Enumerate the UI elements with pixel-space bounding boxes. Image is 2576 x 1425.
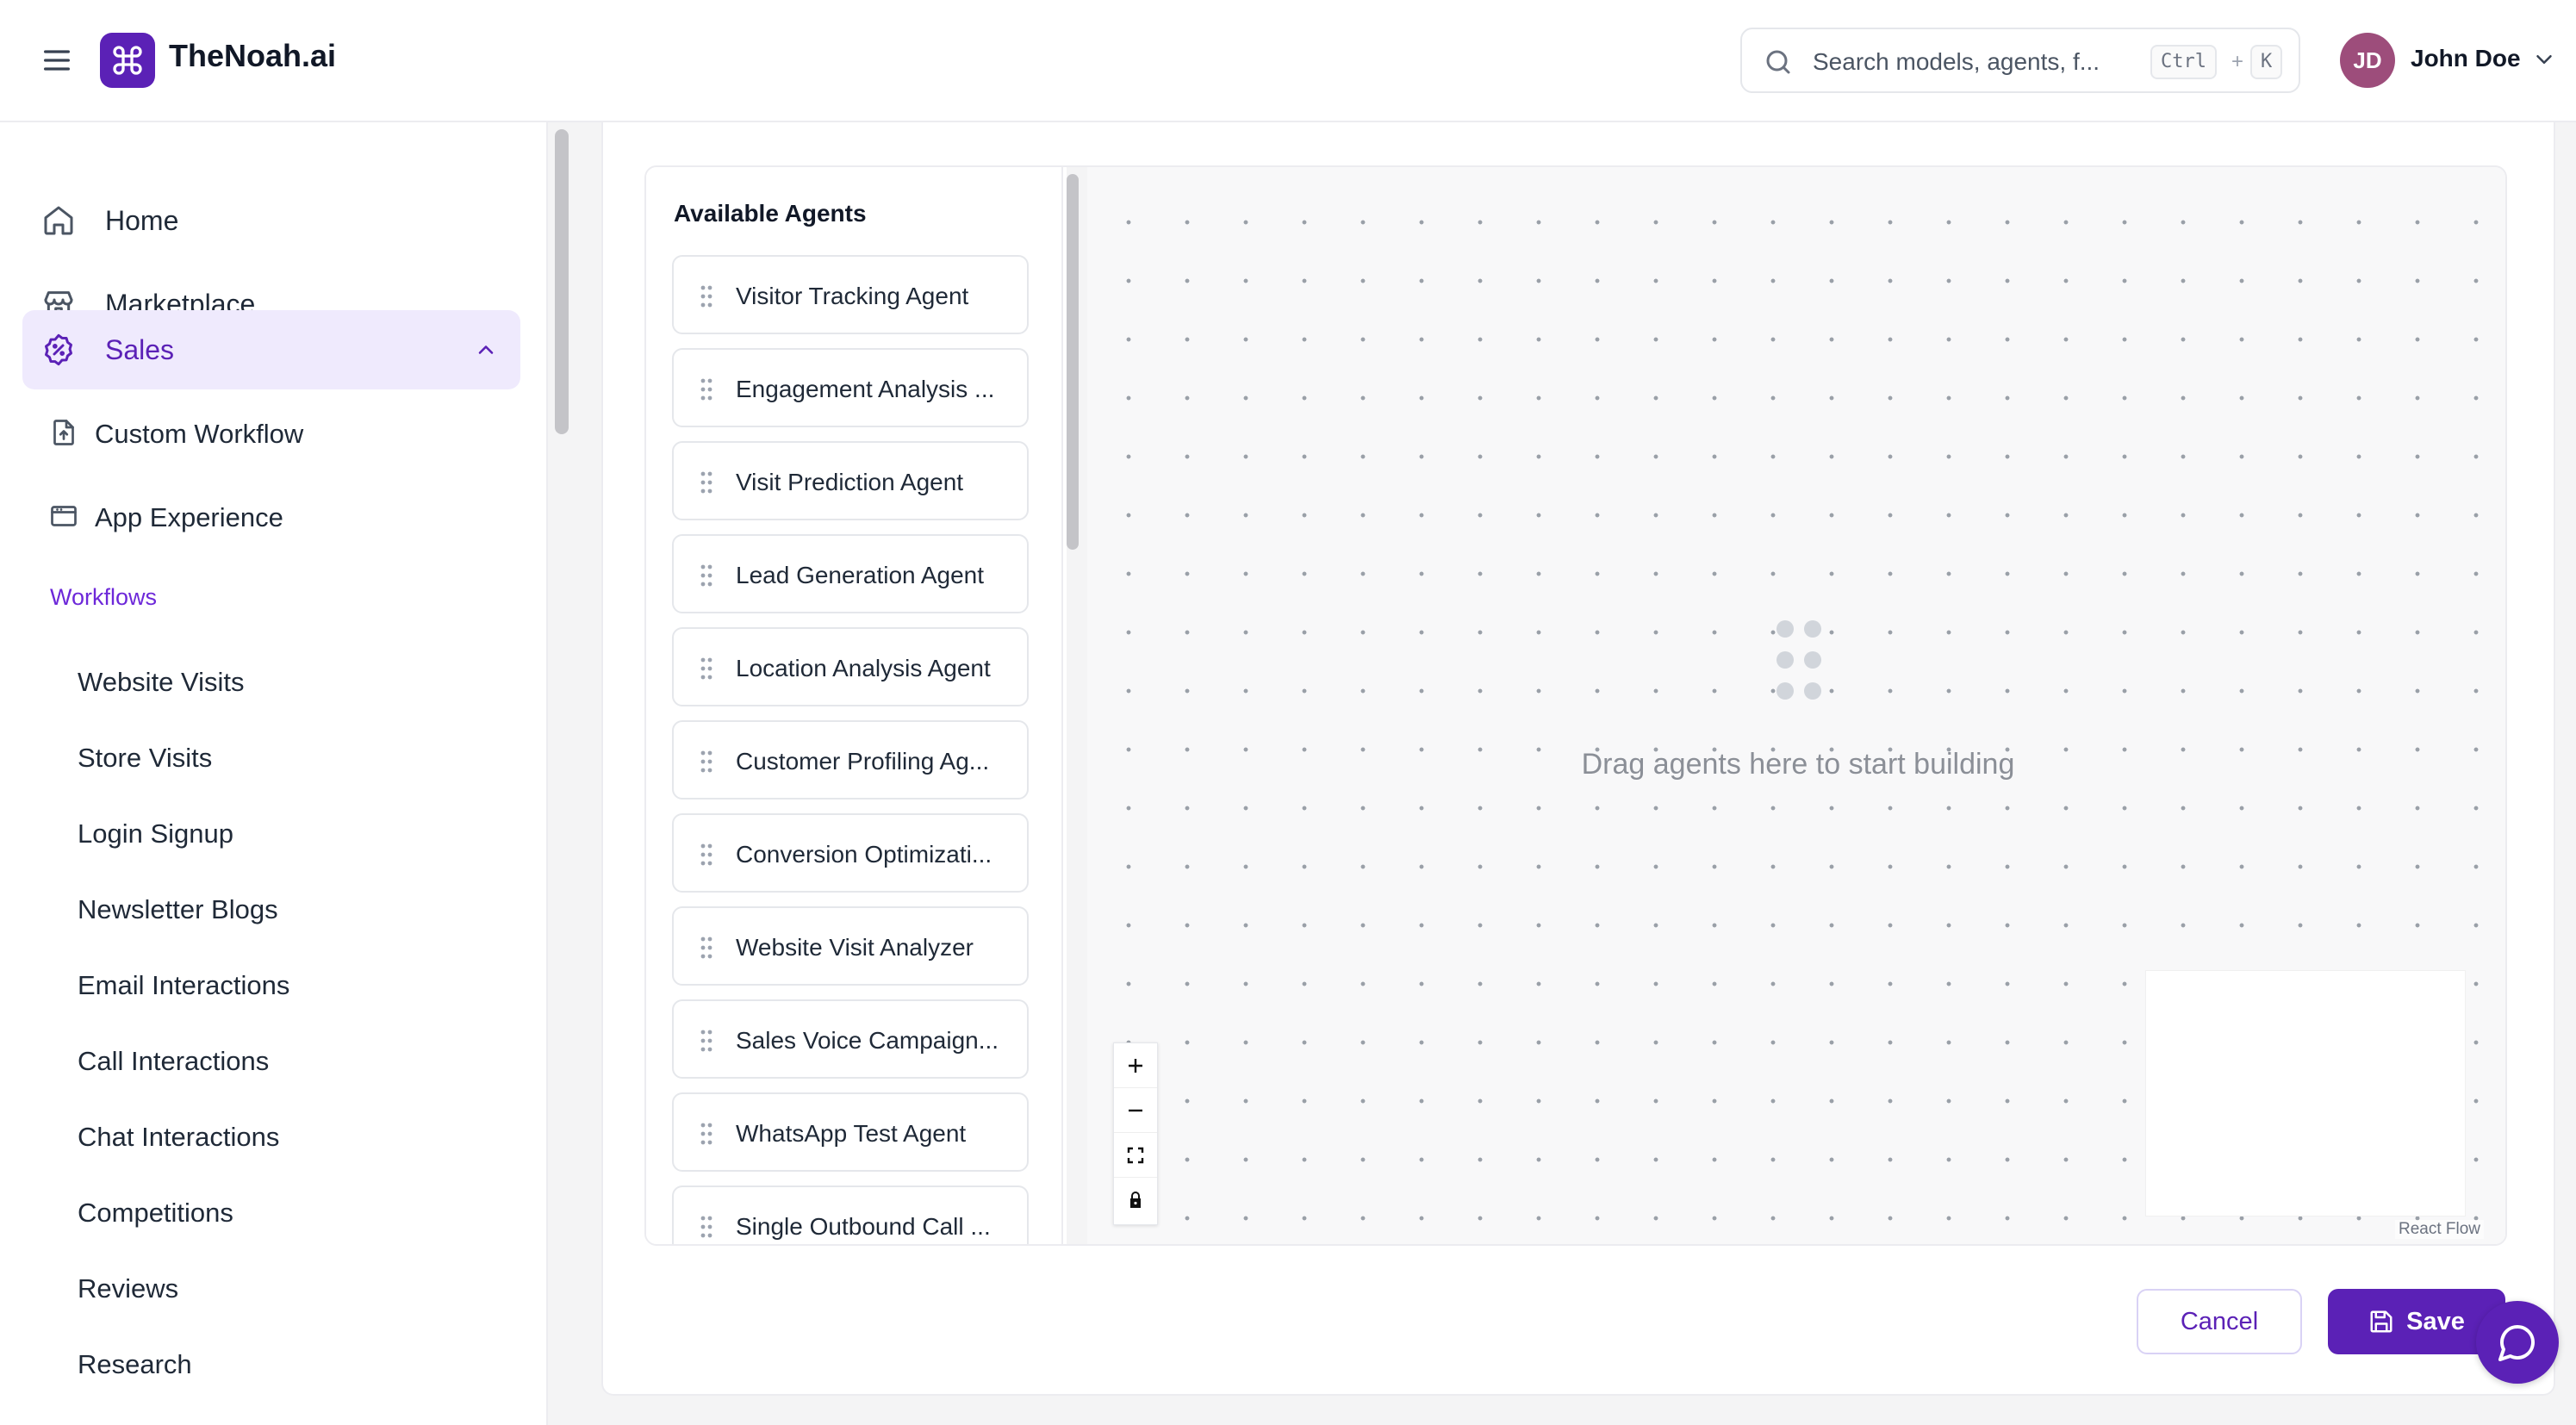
- agent-name: WhatsApp Test Agent: [736, 1120, 967, 1147]
- agent-card[interactable]: Website Visit Analyzer: [672, 906, 1029, 986]
- agent-name: Visit Prediction Agent: [736, 469, 964, 495]
- workflow-item[interactable]: Research: [78, 1349, 192, 1380]
- drag-handle-icon[interactable]: [700, 1029, 713, 1053]
- workflow-item[interactable]: Reviews: [78, 1273, 178, 1304]
- sidebar-subitem-label: Custom Workflow: [95, 419, 304, 449]
- sidebar-item-home[interactable]: Home: [22, 181, 520, 260]
- save-icon: [2370, 1310, 2392, 1333]
- agents-scrollbar[interactable]: [1067, 174, 1079, 550]
- sidebar: Home Marketplace Sales Custom Workflow A…: [0, 122, 548, 1425]
- brand-name[interactable]: TheNoah.ai: [169, 38, 336, 74]
- workflow-item[interactable]: Website Visits: [78, 667, 245, 698]
- workflow-item[interactable]: Newsletter Blogs: [78, 894, 278, 925]
- zoom-out-icon[interactable]: [1114, 1088, 1157, 1133]
- agent-name: Website Visit Analyzer: [736, 934, 974, 961]
- grip-vertical-icon: [1773, 617, 1825, 703]
- chat-button[interactable]: [2476, 1301, 2559, 1384]
- drag-handle-icon[interactable]: [700, 750, 713, 774]
- fit-view-icon[interactable]: [1114, 1133, 1157, 1178]
- chevron-down-icon[interactable]: [2531, 47, 2557, 72]
- agent-card[interactable]: Visit Prediction Agent: [672, 441, 1029, 520]
- agent-card[interactable]: Lead Generation Agent: [672, 534, 1029, 613]
- search-input[interactable]: Search models, agents, f... Ctrl + K: [1740, 28, 2300, 93]
- agent-name: Conversion Optimizati...: [736, 841, 992, 868]
- agent-name: Single Outbound Call ...: [736, 1213, 991, 1240]
- react-flow-attribution[interactable]: React Flow: [2395, 1220, 2485, 1239]
- lock-icon[interactable]: [1114, 1178, 1157, 1223]
- agent-card[interactable]: Location Analysis Agent: [672, 627, 1029, 706]
- workflow-item[interactable]: Competitions: [78, 1198, 233, 1229]
- sidebar-item-sales[interactable]: Sales: [22, 310, 520, 389]
- menu-icon[interactable]: [40, 43, 74, 78]
- drag-handle-icon[interactable]: [700, 1215, 713, 1239]
- sidebar-item-label: Sales: [105, 334, 175, 365]
- file-upload-icon: [48, 417, 79, 448]
- workflow-item[interactable]: Login Signup: [78, 818, 233, 849]
- agent-name: Sales Voice Campaign...: [736, 1027, 999, 1054]
- workflow-item[interactable]: Email Interactions: [78, 970, 289, 1001]
- drag-handle-icon[interactable]: [700, 843, 713, 867]
- workflow-item[interactable]: Chat Interactions: [78, 1122, 279, 1153]
- shortcut-ctrl-key: Ctrl: [2150, 45, 2217, 79]
- minimap[interactable]: [2145, 970, 2466, 1217]
- workflows-section-label: Workflows: [50, 584, 158, 610]
- agent-card[interactable]: Engagement Analysis ...: [672, 348, 1029, 427]
- drag-handle-icon[interactable]: [700, 284, 713, 308]
- agent-card[interactable]: WhatsApp Test Agent: [672, 1092, 1029, 1172]
- sidebar-subitem-label: App Experience: [95, 502, 283, 532]
- agent-card[interactable]: Single Outbound Call ...: [672, 1185, 1029, 1244]
- avatar[interactable]: JD: [2340, 33, 2395, 88]
- drag-handle-icon[interactable]: [700, 936, 713, 960]
- badge-percent-icon: [41, 333, 76, 367]
- canvas-empty-message: Drag agents here to start building: [1581, 748, 2015, 781]
- shortcut-k-key: K: [2250, 45, 2283, 79]
- sidebar-item-label: Home: [105, 205, 179, 236]
- drag-handle-icon[interactable]: [700, 656, 713, 681]
- search-placeholder: Search models, agents, f...: [1813, 48, 2100, 75]
- drag-handle-icon[interactable]: [700, 563, 713, 588]
- home-icon: [41, 203, 76, 238]
- flow-controls: [1113, 1042, 1158, 1225]
- agent-name: Customer Profiling Ag...: [736, 748, 990, 775]
- cancel-button[interactable]: Cancel: [2137, 1289, 2302, 1354]
- agent-card[interactable]: Conversion Optimizati...: [672, 813, 1029, 893]
- agent-name: Visitor Tracking Agent: [736, 283, 969, 309]
- agent-card[interactable]: Visitor Tracking Agent: [672, 255, 1029, 334]
- agent-name: Location Analysis Agent: [736, 655, 991, 681]
- save-label: Save: [2406, 1307, 2465, 1335]
- zoom-in-icon[interactable]: [1114, 1043, 1157, 1088]
- agent-card[interactable]: Customer Profiling Ag...: [672, 720, 1029, 800]
- top-header: TheNoah.ai Search models, agents, f... C…: [0, 0, 2576, 122]
- chevron-up-icon[interactable]: [474, 338, 498, 362]
- username[interactable]: John Doe: [2411, 45, 2521, 72]
- agent-card[interactable]: Sales Voice Campaign...: [672, 999, 1029, 1079]
- agent-name: Lead Generation Agent: [736, 562, 985, 588]
- search-icon: [1763, 47, 1794, 78]
- drag-handle-icon[interactable]: [700, 470, 713, 495]
- shortcut-plus: +: [2231, 50, 2244, 73]
- agent-name: Engagement Analysis ...: [736, 376, 995, 402]
- chat-bubble-icon: [2498, 1325, 2535, 1361]
- app-window-icon: [48, 501, 79, 532]
- panel-title: Available Agents: [674, 200, 867, 227]
- workflow-item[interactable]: Store Visits: [78, 743, 212, 774]
- drag-handle-icon[interactable]: [700, 377, 713, 401]
- flow-canvas[interactable]: Drag agents here to start building React…: [1087, 167, 2505, 1244]
- sidebar-scrollbar[interactable]: [555, 129, 569, 434]
- logo-icon[interactable]: [100, 33, 155, 88]
- workflow-item[interactable]: Call Interactions: [78, 1046, 269, 1077]
- drag-handle-icon[interactable]: [700, 1122, 713, 1146]
